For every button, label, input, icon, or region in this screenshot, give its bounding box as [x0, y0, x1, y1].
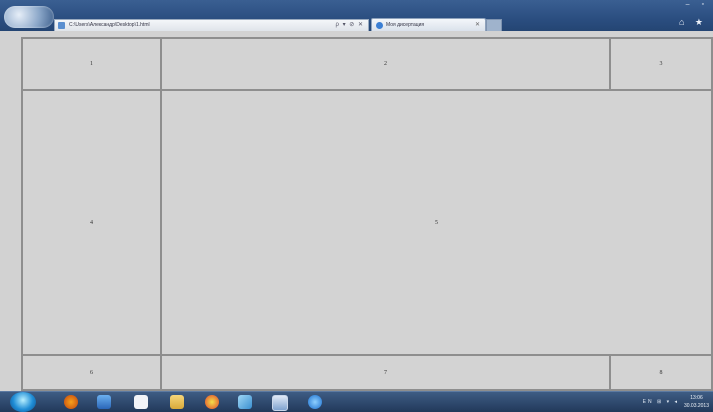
- grid-cell-3: 3: [609, 37, 713, 91]
- clock-time: 13:06: [690, 395, 703, 401]
- tab-active[interactable]: Моя дисертация ✕: [371, 18, 486, 32]
- grid-cell-7: 7: [160, 354, 611, 391]
- media-icon[interactable]: [97, 395, 111, 409]
- cell-label: 7: [384, 369, 387, 376]
- address-text: C:\Users\Александр\Desktop\1.html: [69, 22, 150, 28]
- cell-label: 4: [90, 219, 93, 226]
- folder-icon[interactable]: [170, 395, 184, 409]
- cell-label: 6: [90, 369, 93, 376]
- ie-tab-icon: [376, 22, 383, 29]
- grid-cell-5: 5: [160, 89, 713, 356]
- start-button[interactable]: [10, 392, 36, 412]
- window-controls[interactable]: – ▫: [686, 1, 709, 8]
- clock[interactable]: 13:06 30.03.2013: [684, 394, 709, 410]
- system-tray[interactable]: EN ⊞ ▾ ◂: [643, 392, 679, 412]
- monitor-icon[interactable]: [272, 395, 288, 411]
- address-controls[interactable]: ρ ▾ ⊘ ✕: [336, 20, 364, 31]
- cell-label: 1: [90, 61, 93, 67]
- player-icon[interactable]: [134, 395, 148, 409]
- cell-label: 2: [384, 61, 387, 67]
- page-content: 1 2 3 4 5 6 7 8: [0, 31, 713, 391]
- grid-cell-1: 1: [21, 37, 162, 91]
- paint-icon[interactable]: [238, 395, 252, 409]
- grid-cell-8: 8: [609, 354, 713, 391]
- cell-label: 3: [659, 61, 663, 67]
- cell-label: 8: [659, 369, 663, 376]
- taskbar: EN ⊞ ▾ ◂ 13:06 30.03.2013: [0, 391, 713, 412]
- clock-date: 30.03.2013: [683, 403, 709, 409]
- grid-cell-2: 2: [160, 37, 611, 91]
- grid-cell-4: 4: [21, 89, 162, 356]
- page-icon: [58, 22, 65, 29]
- firefox-icon[interactable]: [64, 395, 78, 409]
- chrome-icon[interactable]: [205, 395, 219, 409]
- browser-chrome: C:\Users\Александр\Desktop\1.html ρ ▾ ⊘ …: [0, 0, 713, 32]
- ie-icon[interactable]: [308, 395, 322, 409]
- cell-label: 5: [435, 219, 438, 226]
- grid-cell-6: 6: [21, 354, 162, 391]
- home-favorites-icons[interactable]: ⌂ ★: [679, 17, 707, 28]
- back-forward-buttons[interactable]: [4, 6, 54, 28]
